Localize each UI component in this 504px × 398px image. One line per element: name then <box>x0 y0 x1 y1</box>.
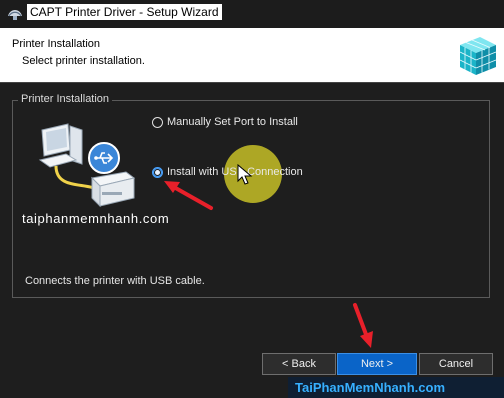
cube-icon <box>459 37 497 75</box>
option-manual-port[interactable]: Manually Set Port to Install <box>152 116 298 128</box>
header-subtitle: Select printer installation. <box>22 55 145 67</box>
usb-connection-label: Install with USB Connection <box>167 166 303 178</box>
wizard-footer: < Back Next > Cancel TaiPhanMemNhanh.com <box>0 347 504 398</box>
watermark-text: taiphanmemnhanh.com <box>22 211 170 226</box>
header-title: Printer Installation <box>12 38 101 50</box>
window-title: CAPT Printer Driver - Setup Wizard <box>27 4 222 20</box>
cancel-button[interactable]: Cancel <box>419 353 493 375</box>
groupbox-label: Printer Installation <box>18 93 113 105</box>
manual-port-label: Manually Set Port to Install <box>167 116 298 128</box>
title-bar: CAPT Printer Driver - Setup Wizard <box>0 0 504 28</box>
next-button[interactable]: Next > <box>337 353 417 375</box>
computer-printer-usb-illustration <box>38 123 136 208</box>
brand-watermark: TaiPhanMemNhanh.com <box>295 380 446 395</box>
manual-port-radio[interactable] <box>152 116 163 128</box>
option-usb-connection[interactable]: Install with USB Connection <box>152 166 303 178</box>
wizard-header: Printer Installation Select printer inst… <box>0 28 504 83</box>
wizard-content: Printer Installation Manually Set Port t… <box>0 83 504 347</box>
usb-connection-radio[interactable] <box>152 166 163 178</box>
back-button[interactable]: < Back <box>262 353 336 375</box>
option-description: Connects the printer with USB cable. <box>25 275 205 287</box>
app-icon <box>8 10 22 20</box>
